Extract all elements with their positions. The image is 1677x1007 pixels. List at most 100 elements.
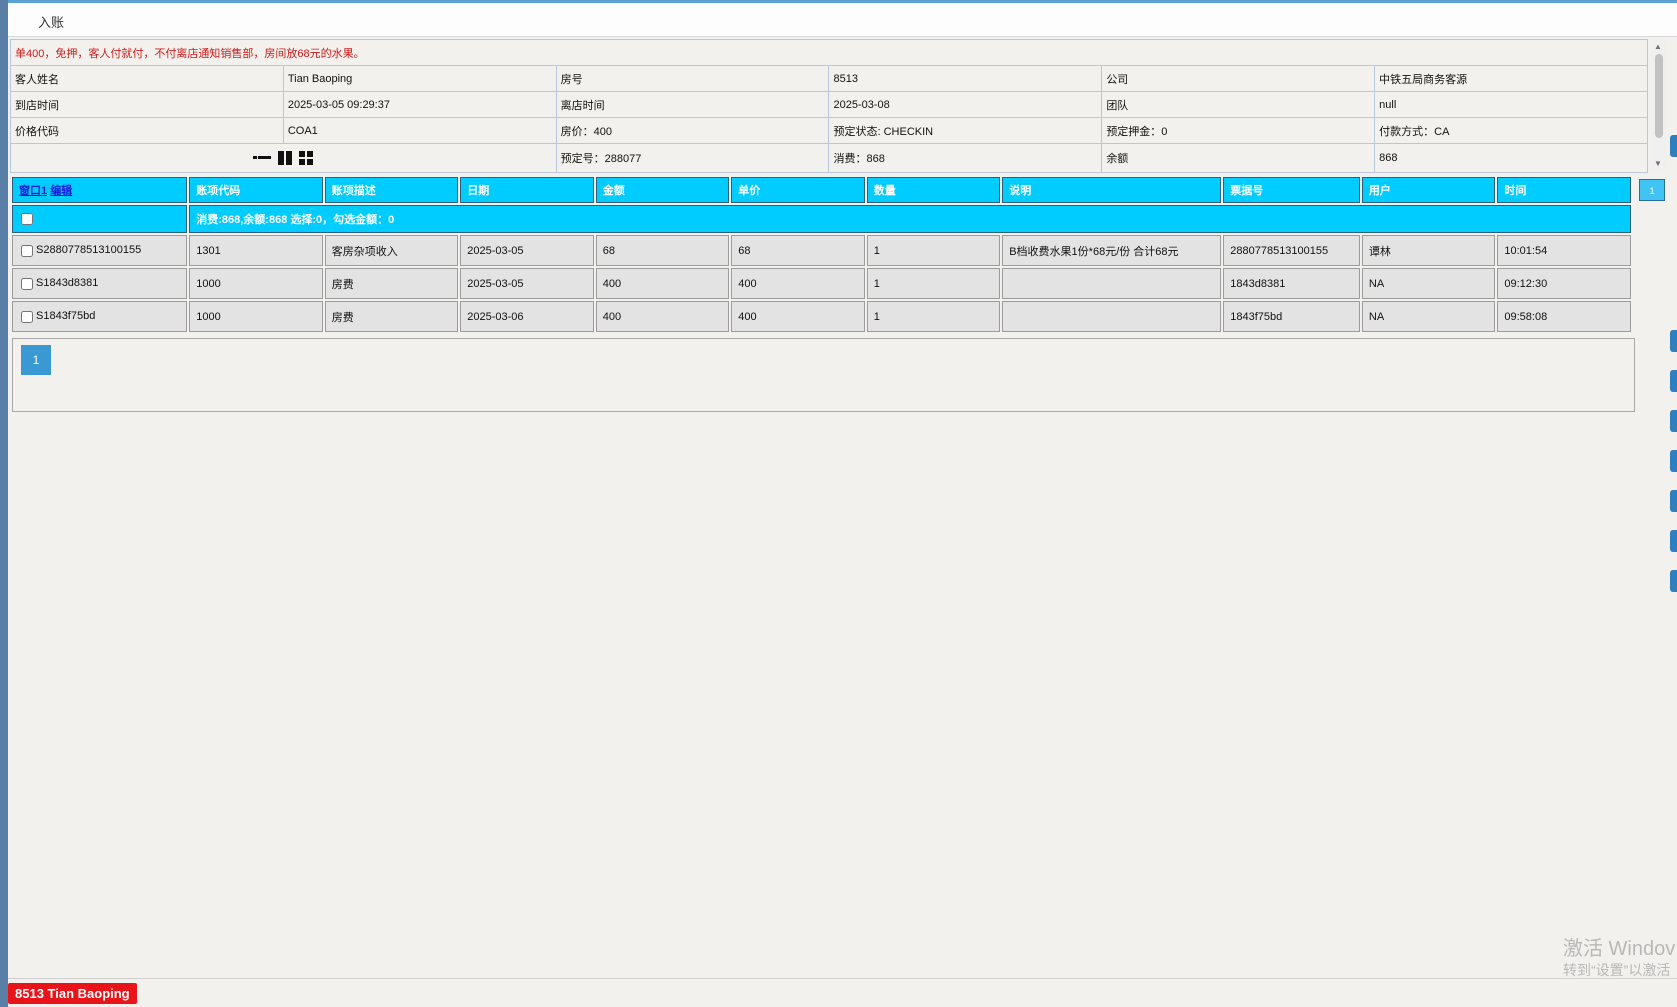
cell-user: NA — [1361, 268, 1496, 299]
status-bar-divider — [8, 978, 1677, 979]
window-edit-header: 窗口1 编辑 — [12, 177, 188, 203]
column-header-note[interactable]: 说明 — [1002, 177, 1222, 203]
windows-activation-watermark: 激活 Windov — [1563, 938, 1676, 960]
notice-row: 单400，免押，客人付就付，不付离店通知销售部，房间放68元的水果。 — [10, 39, 1648, 66]
cell-code: 1000 — [189, 301, 323, 332]
cell-description: 客房杂项收入 — [324, 235, 459, 266]
balance-label: 余额 — [1101, 143, 1376, 173]
column-header-ticket[interactable]: 票据号 — [1223, 177, 1360, 203]
group-label: 团队 — [1101, 91, 1376, 118]
column-header-quantity[interactable]: 数量 — [866, 177, 1001, 203]
right-side-tab[interactable] — [1670, 410, 1677, 432]
row-id-cell: S2880778513100155 — [12, 235, 188, 266]
booking-status: 预定状态: CHECKIN — [828, 117, 1103, 144]
layout-list-icon[interactable] — [253, 151, 272, 165]
layout-two-column-icon[interactable] — [278, 151, 293, 165]
cell-time: 10:01:54 — [1497, 235, 1631, 266]
edit-link[interactable]: 编辑 — [50, 185, 72, 197]
right-side-tab[interactable] — [1670, 570, 1677, 592]
pagination-area: 1 — [12, 338, 1635, 412]
ledger-summary-row: 消费:868,余额:868 选择:0，勾选金额：0 — [12, 205, 1631, 233]
cell-description: 房费 — [324, 268, 459, 299]
rate-code-value: COA1 — [282, 117, 557, 144]
ledger-summary: 消费:868,余额:868 选择:0，勾选金额：0 — [189, 205, 1631, 233]
cell-ticket: 1843f75bd — [1223, 301, 1360, 332]
cell-price: 400 — [731, 301, 865, 332]
cell-quantity: 1 — [866, 235, 1001, 266]
row-checkbox[interactable] — [21, 244, 33, 257]
room-no-label: 房号 — [555, 65, 830, 92]
right-side-tab[interactable] — [1670, 135, 1677, 157]
column-header-date[interactable]: 日期 — [460, 177, 594, 203]
windows-activation-hint: 转到“设置”以激活 — [1563, 962, 1671, 978]
info-scrollbar[interactable]: ▲ ▼ — [1651, 40, 1666, 172]
right-side-tab[interactable] — [1670, 330, 1677, 352]
right-side-tab[interactable] — [1670, 370, 1677, 392]
rate-code-label: 价格代码 — [10, 117, 284, 144]
cell-amount: 68 — [595, 235, 730, 266]
row-id: S2880778513100155 — [36, 244, 142, 257]
column-header-code[interactable]: 账项代码 — [189, 177, 323, 203]
booking-no: 预定号：288077 — [555, 143, 830, 173]
scrollbar-thumb[interactable] — [1655, 54, 1663, 138]
table-row[interactable]: S1843d8381 1000 房费 2025-03-05 400 400 1 … — [12, 268, 1631, 299]
column-header-description[interactable]: 账项描述 — [324, 177, 459, 203]
column-header-amount[interactable]: 金额 — [595, 177, 730, 203]
cell-code: 1301 — [189, 235, 323, 266]
cell-price: 400 — [731, 268, 865, 299]
right-side-tab[interactable] — [1670, 490, 1677, 512]
row-id: S1843f75bd — [36, 310, 96, 323]
departure-value: 2025-03-08 — [828, 91, 1103, 118]
company-value: 中铁五局商务客源 — [1374, 65, 1648, 92]
ledger-table: 窗口1 编辑 账项代码 账项描述 日期 金额 单价 数量 说明 票据号 用户 时… — [10, 175, 1633, 334]
arrival-label: 到店时间 — [10, 91, 284, 118]
info-row: 价格代码 COA1 房价：400 预定状态: CHECKIN 预定押金：0 付款… — [10, 117, 1648, 144]
guest-name-value: Tian Baoping — [282, 65, 557, 92]
info-row: 客人姓名 Tian Baoping 房号 8513 公司 中铁五局商务客源 — [10, 65, 1648, 92]
row-id-cell: S1843f75bd — [12, 301, 188, 332]
guest-room-badge[interactable]: 8513 Tian Baoping — [8, 983, 137, 1004]
side-counter-button[interactable]: 1 — [1639, 179, 1665, 201]
cell-ticket: 1843d8381 — [1223, 268, 1360, 299]
window-title-bar: 入账 — [8, 3, 1677, 37]
right-side-tab[interactable] — [1670, 450, 1677, 472]
row-checkbox[interactable] — [21, 277, 33, 290]
select-all-checkbox[interactable] — [21, 213, 33, 226]
guest-name-label: 客人姓名 — [10, 65, 284, 92]
cell-amount: 400 — [595, 268, 730, 299]
scroll-up-arrow-icon[interactable]: ▲ — [1654, 42, 1662, 51]
layout-switcher — [10, 143, 557, 173]
row-checkbox[interactable] — [21, 310, 33, 323]
column-header-time[interactable]: 时间 — [1497, 177, 1631, 203]
cell-description: 房费 — [324, 301, 459, 332]
room-rate: 房价：400 — [555, 117, 830, 144]
row-id: S1843d8381 — [36, 277, 99, 290]
cell-time: 09:12:30 — [1497, 268, 1631, 299]
cell-time: 09:58:08 — [1497, 301, 1631, 332]
departure-label: 离店时间 — [555, 91, 830, 118]
cell-user: NA — [1361, 301, 1496, 332]
scroll-down-arrow-icon[interactable]: ▼ — [1654, 159, 1662, 168]
room-no-value: 8513 — [828, 65, 1103, 92]
row-id-cell: S1843d8381 — [12, 268, 188, 299]
page-button-1[interactable]: 1 — [21, 345, 51, 375]
cell-note — [1002, 268, 1222, 299]
window-title: 入账 — [38, 15, 65, 30]
table-row[interactable]: S1843f75bd 1000 房费 2025-03-06 400 400 1 … — [12, 301, 1631, 332]
cell-amount: 400 — [595, 301, 730, 332]
cell-date: 2025-03-06 — [460, 301, 594, 332]
cell-note: B档收费水果1份*68元/份 合计68元 — [1002, 235, 1222, 266]
layout-grid-icon[interactable] — [299, 151, 314, 165]
cell-quantity: 1 — [866, 268, 1001, 299]
consumption: 消费：868 — [828, 143, 1103, 173]
window-link[interactable]: 窗口1 — [19, 185, 47, 197]
cell-user: 谭林 — [1361, 235, 1496, 266]
column-header-user[interactable]: 用户 — [1361, 177, 1496, 203]
table-row[interactable]: S2880778513100155 1301 客房杂项收入 2025-03-05… — [12, 235, 1631, 266]
right-side-tab[interactable] — [1670, 530, 1677, 552]
remark-notice: 单400，免押，客人付就付，不付离店通知销售部，房间放68元的水果。 — [10, 39, 1648, 66]
cell-note — [1002, 301, 1222, 332]
column-header-price[interactable]: 单价 — [731, 177, 865, 203]
cell-ticket: 2880778513100155 — [1223, 235, 1360, 266]
left-sidebar-strip — [0, 0, 8, 1007]
